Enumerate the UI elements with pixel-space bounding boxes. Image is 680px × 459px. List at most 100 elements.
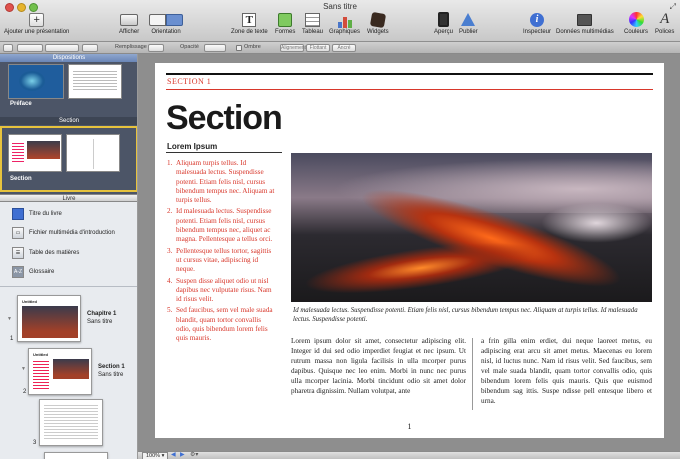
sidebar: Dispositions Préface Section Section Liv… [0, 54, 138, 459]
text-box-icon: T [240, 11, 258, 28]
charts-button[interactable]: Graphiques [329, 11, 360, 41]
section-band: Section [0, 117, 137, 125]
page-thumb-chapter-1[interactable]: Untitled [17, 295, 81, 342]
page-thumb-section-1[interactable]: Untitled [28, 348, 92, 395]
add-presentation-button[interactable]: + Ajouter une présentation [4, 11, 69, 41]
opacity-label: Opacité [180, 44, 199, 50]
opacity-popup[interactable] [204, 44, 226, 52]
lorem-heading[interactable]: Lorem Ipsum [167, 142, 217, 151]
view-icon [120, 11, 139, 28]
image-caption[interactable]: Id malesuada lectus. Suspendisse potenti… [293, 306, 645, 324]
ipad-icon [435, 11, 453, 28]
book-item-intro-media[interactable]: ▭ Fichier multimédia d'introduction [12, 227, 115, 239]
orientation-icon [148, 11, 184, 28]
colors-button[interactable]: Couleurs [624, 11, 648, 41]
book-item-title[interactable]: Titre du livre [12, 208, 62, 220]
lorem-rule [166, 152, 282, 153]
inspector-button[interactable]: i Inspecteur [523, 11, 551, 41]
size-field[interactable] [82, 44, 98, 52]
media-browser-button[interactable]: Données multimédias [556, 11, 614, 41]
page-heading[interactable]: Section [166, 99, 283, 138]
layout-thumb-preface[interactable] [8, 64, 64, 99]
next-page-icon[interactable]: ▶ [180, 452, 185, 459]
page-thumb-3[interactable] [39, 399, 103, 446]
lava-photo[interactable] [291, 153, 652, 302]
column-divider [472, 338, 473, 410]
paragraph-style-button[interactable] [3, 44, 13, 52]
media-icon [576, 11, 594, 28]
chapter-1-subtitle: Sans titre [87, 319, 113, 325]
gear-icon[interactable]: ⚙▾ [190, 452, 198, 459]
color-wheel-icon [627, 11, 645, 28]
layout-label-preface: Préface [10, 101, 32, 107]
body-column-1[interactable]: Lorem ipsum dolor sit amet, consectetur … [291, 336, 466, 396]
layout-thumb-preface-text[interactable] [68, 64, 122, 99]
preview-button[interactable]: Aperçu [434, 11, 453, 41]
publish-button[interactable]: Publier [459, 11, 478, 41]
align-button[interactable]: Alignement [280, 44, 306, 52]
disclosure-triangle-icon[interactable]: ▼ [7, 316, 12, 322]
lava-thumb-image [53, 359, 89, 379]
layout-label-section: Section [10, 176, 32, 182]
add-icon: + [28, 11, 46, 28]
text-box-button[interactable]: T Zone de texte [231, 11, 268, 41]
table-icon [304, 11, 322, 28]
bullet-list[interactable]: 1. Aliquam turpis tellus. Id malesuada le… [167, 159, 277, 344]
status-bar: 100% ▾ ◀ ▶ ⚙▾ [138, 451, 680, 459]
page-number: 1 [407, 422, 412, 431]
ocean-image [19, 71, 45, 91]
info-icon: i [528, 11, 546, 28]
layouts-pane: Dispositions Préface Section Section [0, 54, 137, 194]
app-window: Sans titre ⤢ + Ajouter une présentation … [0, 0, 680, 459]
format-bar: Remplissage Opacité Ombre Alignement Flo… [0, 42, 680, 54]
top-rule [166, 73, 653, 75]
widgets-icon [369, 11, 387, 28]
layout-thumb-section [8, 134, 62, 172]
chart-icon [336, 11, 354, 28]
fill-label: Remplissage [115, 44, 147, 50]
livre-header: Livre [0, 194, 137, 202]
shapes-icon [276, 11, 294, 28]
book-item-glossary[interactable]: A-Z Glossaire [12, 266, 54, 278]
page-thumb-4[interactable] [44, 452, 108, 459]
book-icon [12, 208, 24, 220]
orientation-button[interactable]: Orientation [148, 11, 184, 41]
list-item: 2. Id malesuada lectus. Suspendisse poten… [167, 207, 273, 244]
shadow-label: Ombre [244, 44, 261, 50]
widgets-button[interactable]: Widgets [367, 11, 389, 41]
media-icon: ▭ [12, 227, 24, 239]
shapes-button[interactable]: Formes [275, 11, 295, 41]
list-item: 3. Pellentesque tellus tortor, sagittis u… [167, 246, 272, 274]
font-popup[interactable] [45, 44, 79, 52]
page-number-2: 2 [23, 389, 27, 395]
list-item: 4. Suspen disse aliquet odio ut nisl dapi… [167, 276, 272, 304]
afficher-button[interactable]: Afficher [119, 11, 139, 41]
lava-thumb-image [22, 306, 78, 338]
shadow-checkbox[interactable] [236, 45, 242, 51]
page-number-1: 1 [10, 336, 14, 342]
prev-page-icon[interactable]: ◀ [171, 452, 176, 459]
disclosure-triangle-icon[interactable]: ▼ [21, 366, 26, 372]
section-1-subtitle: Sans titre [98, 372, 124, 378]
upload-arrow-icon [459, 11, 477, 28]
window-title: Sans titre [323, 2, 357, 11]
anchored-button[interactable]: Ancré [332, 44, 356, 52]
book-item-toc[interactable]: ☰ Table des matières [12, 247, 79, 259]
style-popup[interactable] [17, 44, 43, 52]
title-bar: Sans titre ⤢ + Ajouter une présentation … [0, 0, 680, 42]
layout-section-selected[interactable]: Section [0, 126, 137, 192]
chapter-1-title: Chapitre 1 [87, 311, 117, 317]
fonts-button[interactable]: A Polices [655, 11, 674, 41]
az-icon: A-Z [12, 266, 24, 278]
zoom-popup[interactable]: 100% ▾ [142, 452, 169, 459]
section-label[interactable]: SECTION 1 [167, 77, 211, 86]
page: SECTION 1 Section Lorem Ipsum 1. Aliquam … [155, 63, 664, 438]
font-icon: A [660, 11, 670, 27]
fill-color-well[interactable] [148, 44, 164, 52]
table-button[interactable]: Tableau [302, 11, 323, 41]
layout-thumb-section-2 [66, 134, 120, 172]
page-number-3: 3 [33, 440, 37, 446]
floating-button[interactable]: Flottant [306, 44, 330, 52]
canvas-area: SECTION 1 Section Lorem Ipsum 1. Aliquam … [138, 54, 680, 451]
body-column-2[interactable]: a frin gilla enim erdiet, dui neque laor… [481, 336, 652, 406]
